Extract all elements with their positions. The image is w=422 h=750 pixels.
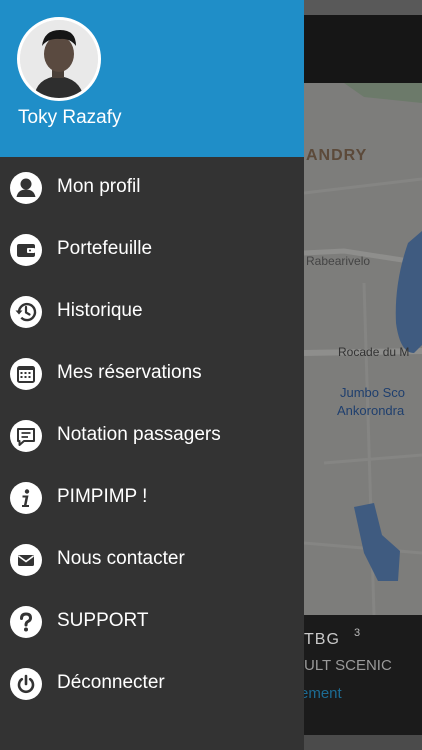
vehicle-model: ULT SCENIC xyxy=(304,657,392,674)
menu-item-pimpimp[interactable]: PIMPIMP ! xyxy=(0,467,304,529)
menu-label-passenger-rating: Notation passagers xyxy=(57,424,221,445)
menu-item-logout[interactable]: Déconnecter xyxy=(0,653,304,715)
menu-item-reservations[interactable]: Mes réservations xyxy=(0,343,304,405)
mail-icon xyxy=(10,544,42,576)
calendar-icon xyxy=(10,358,42,390)
menu-label-reservations: Mes réservations xyxy=(57,362,202,383)
menu-label-contact: Nous contacter xyxy=(57,548,185,569)
map-poi-label: Ankorondra xyxy=(337,403,405,418)
wallet-icon xyxy=(10,234,42,266)
vehicle-link[interactable]: ement xyxy=(304,685,342,702)
menu-item-contact[interactable]: Nous contacter xyxy=(0,529,304,591)
menu-item-passenger-rating[interactable]: Notation passagers xyxy=(0,405,304,467)
menu-item-profile[interactable]: Mon profil xyxy=(0,157,304,219)
map-poi-label: Jumbo Sco xyxy=(340,385,406,400)
question-icon xyxy=(10,606,42,638)
menu-label-profile: Mon profil xyxy=(57,176,141,197)
info-icon xyxy=(10,482,42,514)
history-icon xyxy=(10,296,42,328)
background-bottom-strip xyxy=(304,735,422,750)
menu-label-pimpimp: PIMPIMP ! xyxy=(57,486,148,507)
map-view[interactable]: ANDRY Rabearivelo Rocade du M Jumbo Sco … xyxy=(304,83,422,615)
vehicle-plate: TBG xyxy=(304,631,340,648)
power-icon xyxy=(10,668,42,700)
menu-label-wallet: Portefeuille xyxy=(57,238,153,259)
person-icon xyxy=(10,172,42,204)
user-name: Toky Razafy xyxy=(18,107,122,128)
menu-label-support: SUPPORT xyxy=(57,610,149,631)
avatar-photo xyxy=(20,20,98,98)
map-street-label: Rocade du M xyxy=(338,345,410,359)
vehicle-number: 3 xyxy=(354,627,361,639)
background-top-bar xyxy=(304,15,422,83)
menu-label-logout: Déconnecter xyxy=(57,672,165,693)
chat-icon xyxy=(10,420,42,452)
menu-item-wallet[interactable]: Portefeuille xyxy=(0,219,304,281)
map-area-label: ANDRY xyxy=(306,147,368,164)
drawer-header: Toky Razafy xyxy=(0,0,304,157)
navigation-drawer: Toky Razafy Mon profil Portefeuille Hist… xyxy=(0,0,304,750)
menu-label-history: Historique xyxy=(57,300,143,321)
map-street-label: Rabearivelo xyxy=(306,254,371,268)
menu-item-history[interactable]: Historique xyxy=(0,281,304,343)
avatar[interactable] xyxy=(17,17,101,101)
vehicle-info-card: TBG 3 ULT SCENIC ement xyxy=(304,615,422,735)
menu-item-support[interactable]: SUPPORT xyxy=(0,591,304,653)
